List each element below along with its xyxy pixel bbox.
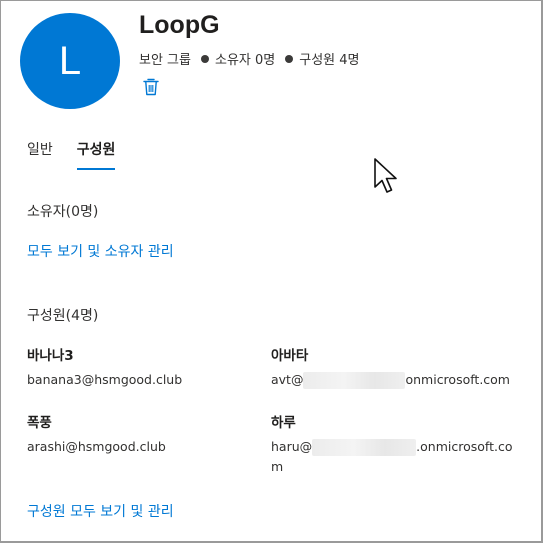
member-item: 하루 haru@ .onmicrosoft.co m bbox=[271, 411, 512, 477]
separator-dot bbox=[200, 54, 209, 63]
owner-count: 소유자 0명 bbox=[214, 53, 276, 68]
group-panel: L LoopG 보안 그룹 소유자 0명 구성원 4명 일반 구성원 소유자(0… bbox=[0, 0, 543, 543]
member-email-wrap: m bbox=[271, 459, 284, 474]
member-email: haru@ .onmicrosoft.co m bbox=[271, 437, 512, 477]
member-email-suffix: .onmicrosoft.co bbox=[416, 439, 513, 454]
owners-heading: 소유자(0명) bbox=[27, 204, 99, 220]
member-count: 구성원 4명 bbox=[299, 53, 360, 68]
member-name: 바나나3 bbox=[27, 348, 74, 364]
redacted-region bbox=[312, 439, 417, 456]
member-email-prefix: avt@ bbox=[271, 372, 304, 387]
member-email-prefix: haru@ bbox=[271, 439, 313, 454]
tab-general[interactable]: 일반 bbox=[27, 139, 53, 170]
avatar-letter: L bbox=[58, 38, 82, 83]
trash-icon[interactable] bbox=[142, 77, 160, 97]
member-email: avt@ onmicrosoft.com bbox=[271, 370, 510, 390]
tab-bar: 일반 구성원 bbox=[27, 139, 116, 170]
member-item: 폭풍 arashi@hsmgood.club bbox=[27, 411, 166, 457]
mouse-cursor-icon bbox=[374, 158, 397, 193]
member-name: 아바타 bbox=[271, 348, 309, 364]
members-heading: 구성원(4명) bbox=[27, 308, 99, 324]
manage-owners-link[interactable]: 모두 보기 및 소유자 관리 bbox=[27, 241, 174, 261]
member-email: arashi@hsmgood.club bbox=[27, 439, 166, 454]
manage-members-link[interactable]: 구성원 모두 보기 및 관리 bbox=[27, 501, 174, 521]
member-name: 하루 bbox=[271, 415, 296, 431]
member-email-suffix: onmicrosoft.com bbox=[405, 372, 510, 387]
group-type: 보안 그룹 bbox=[139, 53, 191, 68]
member-item: 바나나3 banana3@hsmgood.club bbox=[27, 344, 182, 390]
redacted-region bbox=[303, 372, 406, 389]
group-title: LoopG bbox=[139, 11, 220, 39]
tab-members[interactable]: 구성원 bbox=[76, 139, 116, 170]
member-item: 아바타 avt@ onmicrosoft.com bbox=[271, 344, 510, 390]
member-email: banana3@hsmgood.club bbox=[27, 372, 183, 387]
group-avatar: L bbox=[20, 13, 120, 109]
member-name: 폭풍 bbox=[27, 415, 52, 431]
group-meta: 보안 그룹 소유자 0명 구성원 4명 bbox=[139, 49, 359, 68]
separator-dot bbox=[285, 54, 294, 63]
